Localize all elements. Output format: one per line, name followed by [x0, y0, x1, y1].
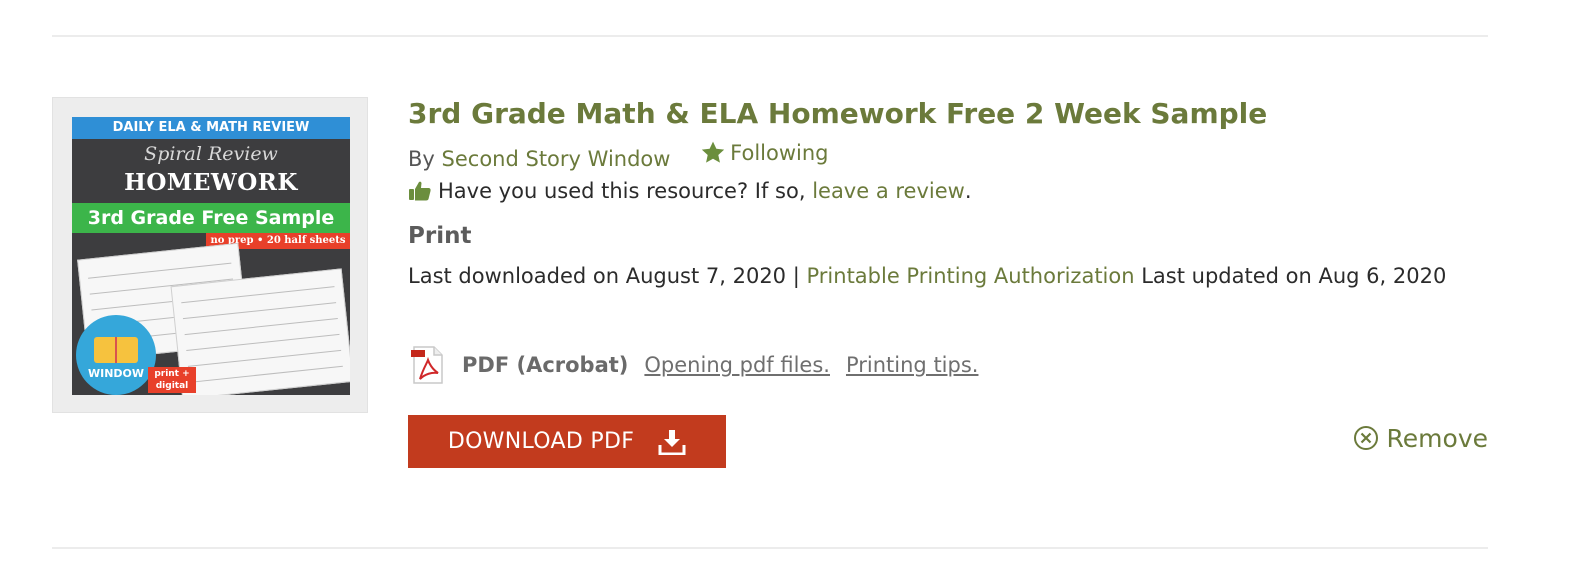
opening-pdf-files-link[interactable]: Opening pdf files.	[644, 353, 830, 377]
tag-line: digital	[155, 381, 189, 391]
follow-button[interactable]: Following	[699, 140, 829, 166]
worksheet-preview	[170, 268, 350, 395]
publisher-logo-text: WINDOW	[87, 367, 145, 380]
star-icon	[701, 141, 725, 163]
print-section-heading: Print	[408, 223, 472, 249]
cover-green-band: 3rd Grade Free Sample	[72, 203, 350, 233]
download-info: Last downloaded on August 7, 2020 | Prin…	[408, 263, 1468, 289]
cover-image: DAILY ELA & MATH REVIEW Spiral Review HO…	[72, 117, 350, 395]
print-digital-tag: print + digital	[148, 367, 196, 393]
file-type-label: PDF (Acrobat)	[462, 353, 629, 377]
resource-title[interactable]: 3rd Grade Math & ELA Homework Free 2 Wee…	[408, 97, 1267, 130]
author-link[interactable]: Second Story Window	[442, 147, 671, 171]
download-label: DOWNLOAD PDF	[447, 429, 635, 454]
review-prompt: Have you used this resource? If so, leav…	[408, 179, 972, 203]
remove-label: Remove	[1386, 423, 1488, 453]
cover-script-text: Spiral Review	[144, 143, 278, 165]
top-divider	[52, 35, 1488, 37]
review-prompt-text: Have you used this resource? If so,	[438, 179, 806, 203]
printing-tips-link[interactable]: Printing tips.	[846, 353, 978, 377]
pdf-file-icon	[411, 346, 443, 384]
author-line: By Second Story Window Following	[408, 140, 829, 171]
follow-label: Following	[730, 141, 829, 165]
review-suffix: .	[964, 179, 972, 203]
publisher-logo: WINDOW	[76, 315, 156, 395]
download-icon	[658, 429, 686, 455]
last-downloaded-text: Last downloaded on August 7, 2020	[408, 264, 787, 288]
remove-icon	[1353, 426, 1378, 450]
resource-thumbnail[interactable]: DAILY ELA & MATH REVIEW Spiral Review HO…	[52, 97, 368, 413]
printing-authorization-link[interactable]: Printable Printing Authorization	[807, 264, 1135, 288]
tag-line: print +	[154, 369, 190, 379]
book-icon	[94, 337, 138, 363]
cover-heading: HOMEWORK	[124, 169, 298, 196]
cover-top-band: DAILY ELA & MATH REVIEW	[72, 117, 350, 139]
remove-button[interactable]: Remove	[1353, 421, 1488, 455]
last-updated-text: Last updated on Aug 6, 2020	[1141, 264, 1447, 288]
download-pdf-button[interactable]: DOWNLOAD PDF	[408, 415, 726, 468]
file-info-row: PDF (Acrobat) Opening pdf files. Printin…	[408, 345, 994, 385]
separator: |	[792, 264, 800, 288]
thumbs-up-icon	[409, 181, 431, 201]
leave-review-link[interactable]: leave a review	[812, 179, 965, 203]
bottom-divider	[52, 547, 1488, 549]
by-label: By	[408, 147, 435, 171]
